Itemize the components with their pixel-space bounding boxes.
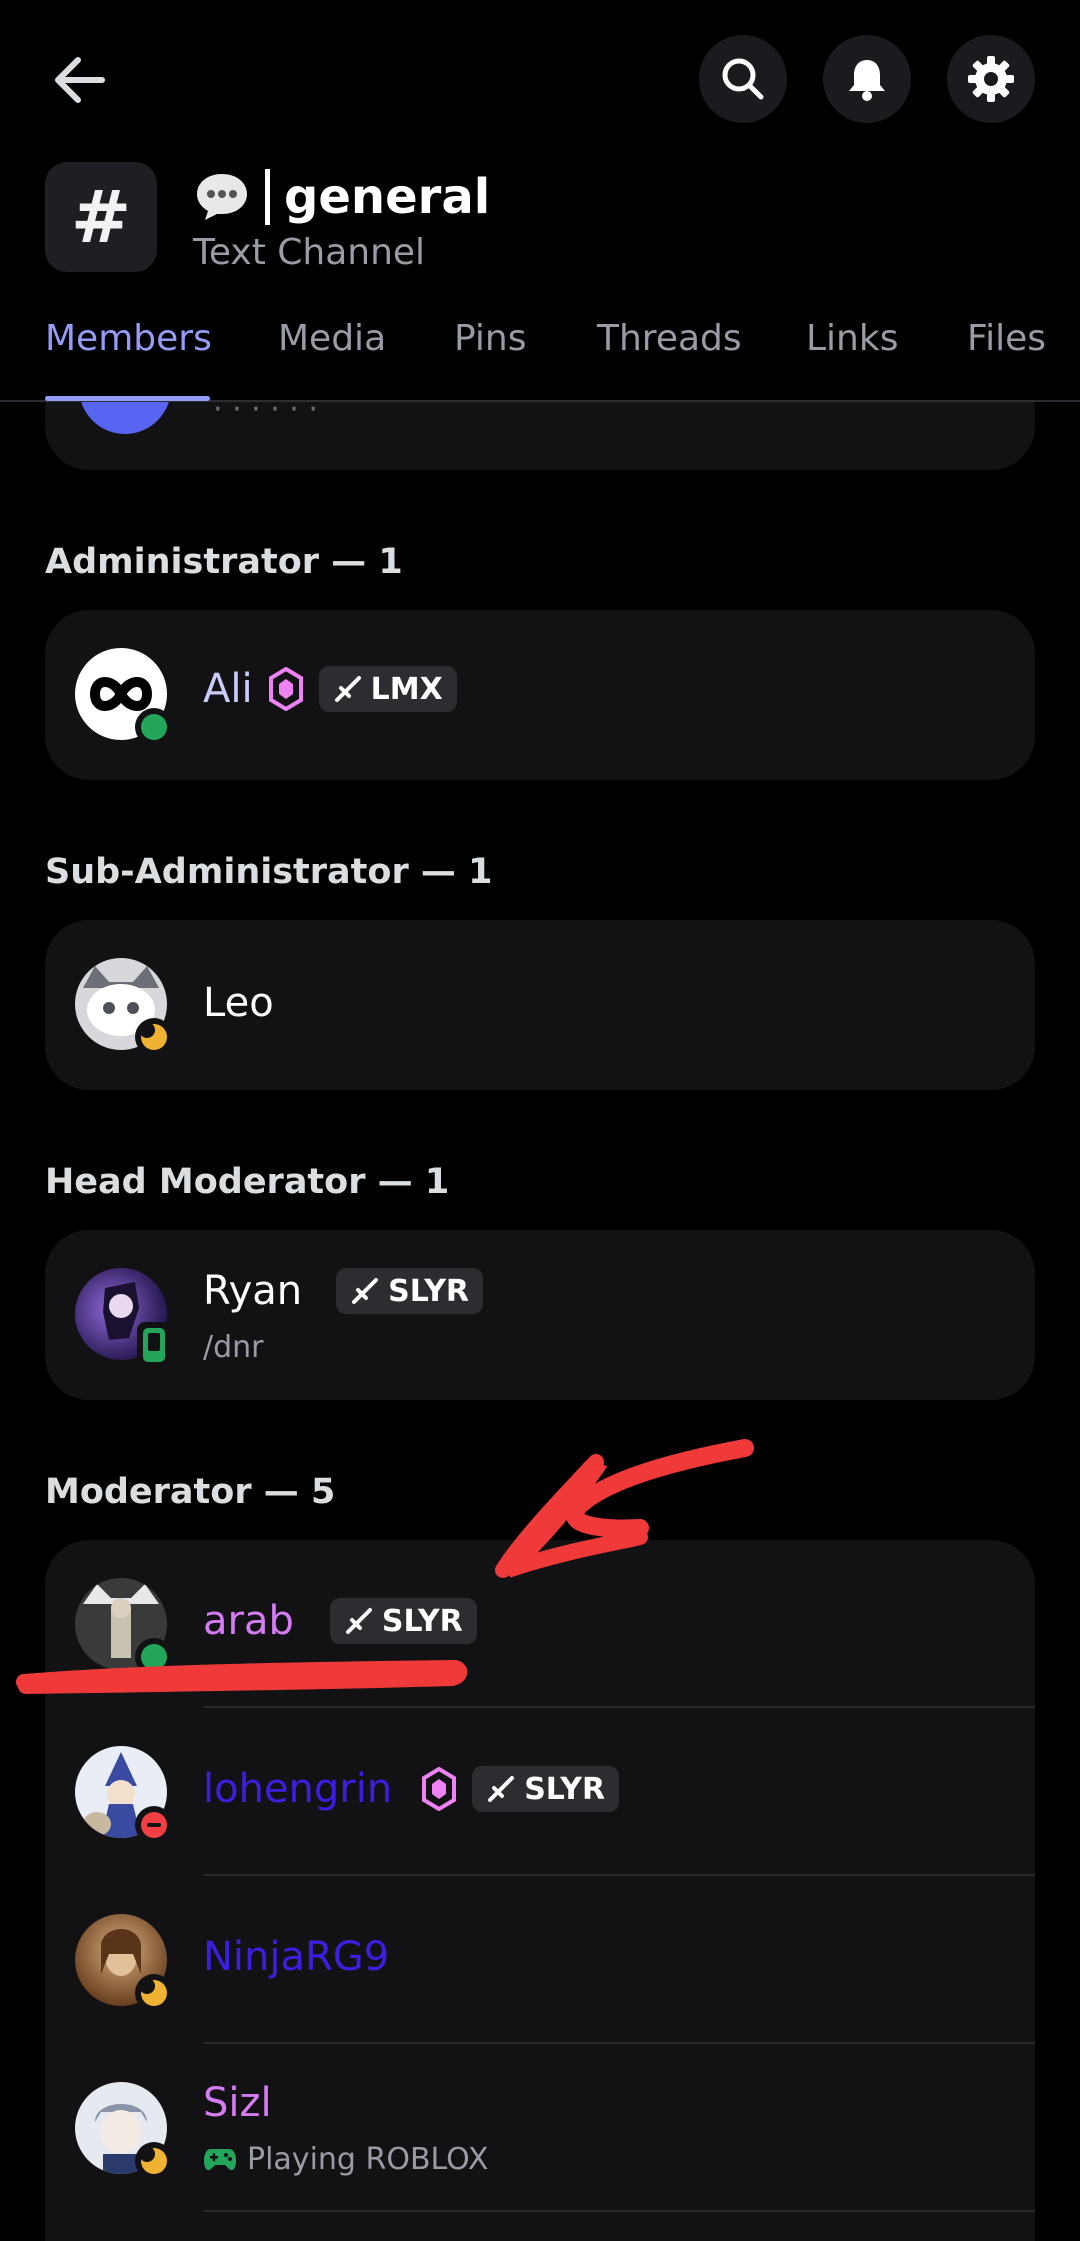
member-activity: Playing ROBLOX [203, 2142, 488, 2177]
section-title: Head Moderator — 1 [45, 1162, 450, 1202]
sword-icon [334, 676, 361, 702]
arrow-left-icon [55, 57, 105, 103]
name-row: Leo [203, 980, 274, 1026]
member-row[interactable]: Ali LMX [45, 610, 1035, 778]
notifications-button[interactable] [823, 35, 911, 123]
server-boost-icon [422, 1767, 457, 1811]
online-status-icon [135, 1638, 173, 1676]
section-sub-administrator: Leo [45, 920, 1035, 1090]
speech-bubble-icon [197, 174, 247, 220]
back-button[interactable] [40, 45, 120, 115]
sword-icon [488, 1776, 515, 1802]
idle-status-icon [135, 1018, 173, 1056]
member-row[interactable]: Ryan SLYR /dnr [45, 1230, 1035, 1398]
idle-status-icon [135, 1974, 173, 2012]
avatar [75, 958, 173, 1056]
clan-tag: LMX [318, 666, 457, 712]
channel-hash-icon: # [45, 162, 157, 272]
name-row: NinjaRG9 [203, 1934, 389, 1980]
clan-tag-label: LMX [370, 671, 443, 707]
top-bar [0, 0, 1080, 160]
clipped-text: · · · · · · [213, 402, 318, 427]
clan-tag-label: SLYR [524, 1771, 606, 1807]
tab-pins[interactable]: Pins [454, 318, 527, 359]
settings-button[interactable] [947, 35, 1035, 123]
sword-icon [345, 1608, 372, 1634]
channel-type: Text Channel [193, 232, 426, 273]
name-row: lohengrin SLYR [203, 1766, 620, 1812]
online-status-icon [135, 708, 173, 746]
avatar [75, 1268, 171, 1368]
member-row[interactable]: arab SLYR [45, 1540, 1035, 1708]
member-list[interactable]: · · · · · · Administrator — 1 Ali LMX Su… [0, 402, 1080, 2241]
clan-tag-label: SLYR [381, 1603, 463, 1639]
section-title: Sub-Administrator — 1 [45, 852, 493, 892]
member-name: Ali [203, 666, 253, 712]
channel-header: # general Text Channel [45, 160, 1045, 290]
tab-members[interactable]: Members [45, 318, 212, 359]
server-boost-icon [268, 667, 303, 711]
tab-links[interactable]: Links [806, 318, 898, 359]
name-row: arab SLYR [203, 1598, 477, 1644]
member-name: Leo [203, 980, 274, 1026]
member-name: Ryan [203, 1268, 303, 1314]
avatar [75, 648, 173, 746]
search-icon [722, 58, 764, 100]
tab-threads[interactable]: Threads [597, 318, 742, 359]
name-row: Ali LMX [203, 666, 457, 712]
member-name: NinjaRG9 [203, 1934, 390, 1980]
active-tab-indicator [45, 396, 210, 401]
gear-icon [968, 56, 1014, 102]
avatar [75, 1914, 173, 2012]
clan-tag: SLYR [336, 1268, 484, 1314]
sword-icon [352, 1278, 379, 1304]
tab-media[interactable]: Media [278, 318, 386, 359]
member-row[interactable]: lohengrin SLYR [45, 1708, 1035, 1876]
game-controller-icon [204, 2148, 236, 2170]
divider [203, 2210, 1035, 2212]
section-moderator: arab SLYR lohengrin SLYR NinjaRG9 Sizl P… [45, 1540, 1035, 2241]
activity-text: Playing ROBLOX [247, 2142, 489, 2177]
section-head-moderator: Ryan SLYR /dnr [45, 1230, 1035, 1400]
member-row[interactable]: NinjaRG9 [45, 1876, 1035, 2044]
avatar [79, 402, 171, 434]
clan-tag: SLYR [329, 1598, 477, 1644]
channel-name: general [284, 169, 491, 225]
avatar [75, 1746, 173, 1844]
dnd-status-icon [135, 1806, 173, 1844]
member-name: Sizl [203, 2080, 272, 2126]
clan-tag-label: SLYR [388, 1273, 470, 1309]
member-custom-status: /dnr [203, 1330, 264, 1365]
name-row: Ryan SLYR [203, 1268, 484, 1314]
tab-bar: Members Media Pins Threads Links Files [0, 300, 1080, 402]
name-row: Sizl [203, 2080, 272, 2126]
idle-status-icon [135, 2142, 173, 2180]
member-row[interactable]: Leo [45, 920, 1035, 1088]
section-title: Administrator — 1 [45, 542, 403, 582]
member-name: lohengrin [203, 1766, 393, 1812]
avatar [75, 2082, 173, 2180]
member-name: arab [203, 1598, 294, 1644]
avatar [75, 1578, 173, 1676]
clan-tag: SLYR [472, 1766, 620, 1812]
tab-files[interactable]: Files [967, 318, 1046, 359]
member-row[interactable]: Sizl Playing ROBLOX [45, 2044, 1035, 2212]
channel-title: general [193, 162, 490, 232]
bell-icon [849, 60, 885, 101]
title-separator [265, 169, 270, 225]
mobile-status-icon [137, 1322, 171, 1368]
section-title: Moderator — 5 [45, 1472, 336, 1512]
member-card-partial: · · · · · · [45, 402, 1035, 470]
section-administrator: Ali LMX [45, 610, 1035, 780]
search-button[interactable] [699, 35, 787, 123]
